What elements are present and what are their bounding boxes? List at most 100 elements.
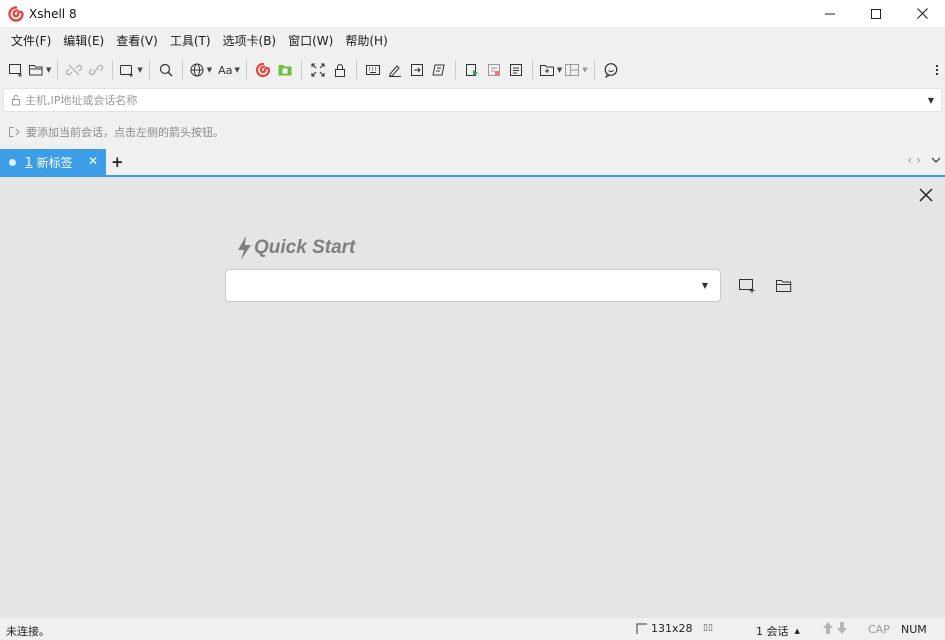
chevron-down-icon[interactable]: ▼ [702, 281, 708, 290]
toolbar-divider [454, 61, 456, 79]
fullscreen-button[interactable] [308, 59, 328, 81]
lightning-icon [238, 236, 251, 260]
terminal-size-value: 131x28 [651, 622, 693, 635]
tab-close-icon[interactable]: ✕ [88, 154, 98, 168]
xshell-logo-icon [8, 5, 24, 22]
menu-help[interactable]: 帮助(H) [339, 27, 393, 55]
maximize-button[interactable] [853, 0, 899, 27]
new-session-button[interactable] [6, 59, 26, 81]
add-tab-group-icon [539, 65, 554, 76]
start-log-button[interactable] [462, 59, 482, 81]
session-count-value: 1 会话 [756, 625, 789, 638]
quick-start-label: Quick Start [254, 237, 356, 258]
more-icon[interactable] [933, 59, 941, 81]
quick-start-combobox[interactable]: ▼ [225, 269, 721, 302]
session-bar: 要添加当前会话，点击左侧的箭头按钮。 [0, 119, 945, 145]
toolbar-divider [355, 61, 357, 79]
xftp-button[interactable] [275, 59, 295, 81]
keyboard-button[interactable] [363, 59, 383, 81]
tab-list-chevron-icon[interactable] [931, 155, 941, 165]
toolbar-divider [112, 61, 114, 79]
new-tab-button[interactable]: ▼ [119, 59, 143, 81]
close-quick-start-icon[interactable] [919, 188, 933, 202]
chevron-down-icon: ▼ [46, 66, 52, 74]
tab-status-dot [9, 158, 16, 166]
lock-icon [334, 64, 345, 77]
font-icon: Aa [218, 63, 233, 77]
xshell-icon [255, 62, 270, 78]
menu-view[interactable]: 查看(V) [110, 27, 164, 55]
menu-bar: 文件(F) 编辑(E) 查看(V) 工具(T) 选项卡(B) 窗口(W) 帮助(… [0, 27, 945, 55]
menu-window[interactable]: 窗口(W) [282, 27, 339, 55]
toolbar-divider [245, 61, 247, 79]
new-session-button[interactable] [737, 277, 757, 295]
chevron-down-icon: ▼ [556, 66, 563, 74]
add-tab-button[interactable]: + [111, 153, 124, 171]
caps-lock-indicator: CAP [868, 623, 890, 636]
toolbar-divider [531, 61, 533, 79]
new-session-icon [739, 279, 755, 293]
log-button[interactable] [484, 59, 504, 81]
tab-navigation: ‹ › [907, 153, 941, 167]
open-session-button[interactable]: ▼ [28, 59, 51, 81]
globe-icon [190, 63, 204, 77]
transfer-icon [410, 64, 423, 76]
address-input[interactable] [25, 93, 921, 107]
chevron-down-icon: ▼ [206, 66, 213, 74]
window-title: Xshell 8 [29, 6, 77, 21]
tab-prev-icon[interactable]: ‹ [907, 153, 912, 167]
chevron-down-icon: ▼ [137, 66, 143, 74]
tab-new-tab[interactable]: 1 新标签 ✕ [0, 149, 106, 175]
encoding-button[interactable]: ▼ [189, 59, 212, 81]
chat-icon [604, 63, 618, 78]
address-dropdown-icon[interactable]: ▼ [921, 96, 941, 105]
tab-next-icon[interactable]: › [916, 153, 921, 167]
num-lock-indicator: NUM [901, 623, 927, 636]
menu-file[interactable]: 文件(F) [5, 27, 57, 55]
disconnect-button[interactable] [64, 59, 84, 81]
open-folder-icon [29, 65, 43, 76]
chat-button[interactable] [601, 59, 621, 81]
terminal-size: 131x28 [636, 622, 693, 635]
resize-icon [636, 623, 647, 634]
maximize-icon [871, 8, 881, 19]
toolbar-divider [148, 61, 150, 79]
compose-icon [388, 65, 401, 77]
fullscreen-icon [311, 63, 325, 77]
cursor-position-icon: ▯▯ [703, 623, 713, 633]
compose-button[interactable] [385, 59, 405, 81]
quick-start-input[interactable] [226, 270, 686, 301]
script-icon [432, 64, 445, 76]
open-session-button[interactable] [774, 277, 794, 295]
disconnect-icon [66, 64, 83, 76]
workspace: Quick Start ▼ [0, 177, 945, 618]
add-tab-group-button[interactable]: ▼ [539, 59, 562, 81]
chevron-down-icon: ▼ [582, 66, 588, 74]
find-button[interactable] [156, 59, 176, 81]
new-tab-icon [120, 65, 134, 77]
toolbar-divider [593, 61, 595, 79]
reconnect-button[interactable] [86, 59, 106, 81]
session-count[interactable]: 1 会话 ▲ [756, 623, 800, 639]
toolbar-divider [300, 61, 302, 79]
new-session-icon [9, 64, 22, 77]
script-button[interactable] [429, 59, 449, 81]
tab-bar: 1 新标签 ✕ + ‹ › [0, 149, 945, 176]
menu-tabs[interactable]: 选项卡(B) [217, 27, 283, 55]
notes-icon [509, 64, 522, 76]
close-icon [916, 8, 928, 19]
tab-label: 新标签 [36, 155, 73, 170]
close-window-button[interactable] [899, 0, 945, 27]
xshell-button[interactable] [253, 59, 273, 81]
layout-button[interactable]: ▼ [564, 59, 588, 81]
status-bar: 未连接。 131x28 ▯▯ 1 会话 ▲ CAP NUM [0, 618, 945, 640]
menu-edit[interactable]: 编辑(E) [57, 27, 110, 55]
lock-button[interactable] [330, 59, 350, 81]
minimize-button[interactable] [807, 0, 853, 27]
menu-tools[interactable]: 工具(T) [164, 27, 217, 55]
notes-button[interactable] [506, 59, 526, 81]
arrow-down-icon [837, 622, 847, 634]
add-session-arrow-icon[interactable] [8, 126, 22, 138]
transfer-button[interactable] [407, 59, 427, 81]
font-button[interactable]: Aa ▼ [214, 59, 240, 81]
